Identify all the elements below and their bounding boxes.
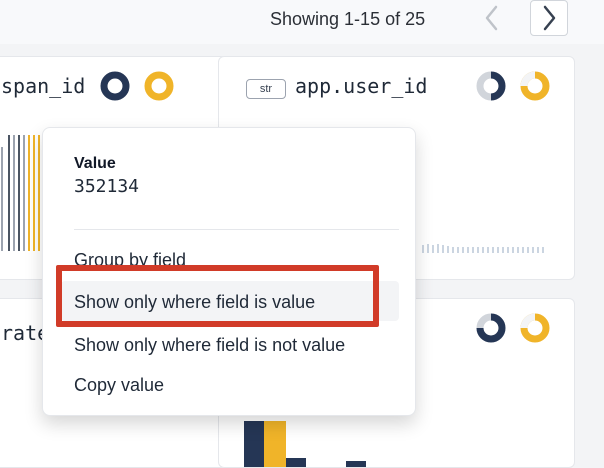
donut-chart-icon[interactable] xyxy=(476,313,506,343)
chart-bar xyxy=(38,135,40,251)
donut-chart-icon[interactable] xyxy=(520,313,550,343)
chart-bar xyxy=(487,247,489,253)
chart-bar xyxy=(482,247,484,253)
chart-bar xyxy=(286,458,306,467)
donut-chart-icon[interactable] xyxy=(476,71,506,101)
chart-bar xyxy=(467,247,469,253)
donut-amber-icon[interactable] xyxy=(144,71,174,101)
chart-bar xyxy=(542,247,544,253)
chart-bar xyxy=(422,245,424,253)
chart-bar xyxy=(532,247,534,253)
pagination-status: Showing 1-15 of 25 xyxy=(270,9,426,29)
chart-bar xyxy=(502,247,504,253)
menu-divider xyxy=(74,229,399,230)
chart-bar xyxy=(537,247,539,253)
chart-bar xyxy=(477,247,479,253)
chart-bar xyxy=(522,247,524,253)
chart-bar xyxy=(462,247,464,253)
bottom-right-bar-chart xyxy=(244,421,366,467)
chart-bar xyxy=(512,247,514,253)
chevron-left-icon xyxy=(485,5,498,31)
show-only-where-field-is-value-option[interactable]: Show only where field is value xyxy=(74,291,315,313)
chart-bar xyxy=(13,135,15,251)
chart-bar xyxy=(457,247,459,253)
chart-bar xyxy=(447,246,449,253)
chart-bar xyxy=(264,421,286,467)
selected-value: 352134 xyxy=(74,176,140,197)
user-id-distribution xyxy=(422,244,544,253)
chart-bar xyxy=(23,135,25,251)
type-badge: str xyxy=(246,79,286,99)
chart-bar xyxy=(244,421,264,467)
field-value-menu: Value 352134 Group by field Show only wh… xyxy=(42,127,416,416)
chart-bar xyxy=(28,135,30,251)
chart-bar xyxy=(18,135,20,251)
chevron-right-icon xyxy=(543,5,556,31)
copy-value-option[interactable]: Copy value xyxy=(74,374,164,396)
group-by-field-option[interactable]: Group by field xyxy=(74,249,186,271)
value-label: Value xyxy=(74,155,116,172)
show-only-where-field-is-not-value-option[interactable]: Show only where field is not value xyxy=(74,334,345,356)
chart-bar xyxy=(437,244,439,253)
chart-bar xyxy=(8,135,10,251)
chart-bar xyxy=(452,247,454,253)
previous-page-button[interactable] xyxy=(473,0,511,36)
chart-bar xyxy=(517,247,519,253)
donut-chart-icon[interactable] xyxy=(520,71,550,101)
results-toolbar: Showing 1-15 of 25 xyxy=(0,0,604,44)
chart-bar xyxy=(472,247,474,253)
field-card-title: app.user_id xyxy=(295,74,428,98)
field-card-title: span_id xyxy=(1,74,86,98)
chart-bar xyxy=(497,247,499,253)
chart-bar xyxy=(427,244,429,253)
chart-bar xyxy=(432,245,434,253)
donut-navy-icon[interactable] xyxy=(100,71,130,101)
chart-bar xyxy=(1,147,3,251)
chart-bar xyxy=(492,247,494,253)
chart-bar xyxy=(527,247,529,253)
next-page-button[interactable] xyxy=(530,0,568,36)
chart-bar xyxy=(442,245,444,253)
chart-bar xyxy=(346,461,366,467)
chart-bar xyxy=(33,135,35,251)
chart-bar xyxy=(507,247,509,253)
